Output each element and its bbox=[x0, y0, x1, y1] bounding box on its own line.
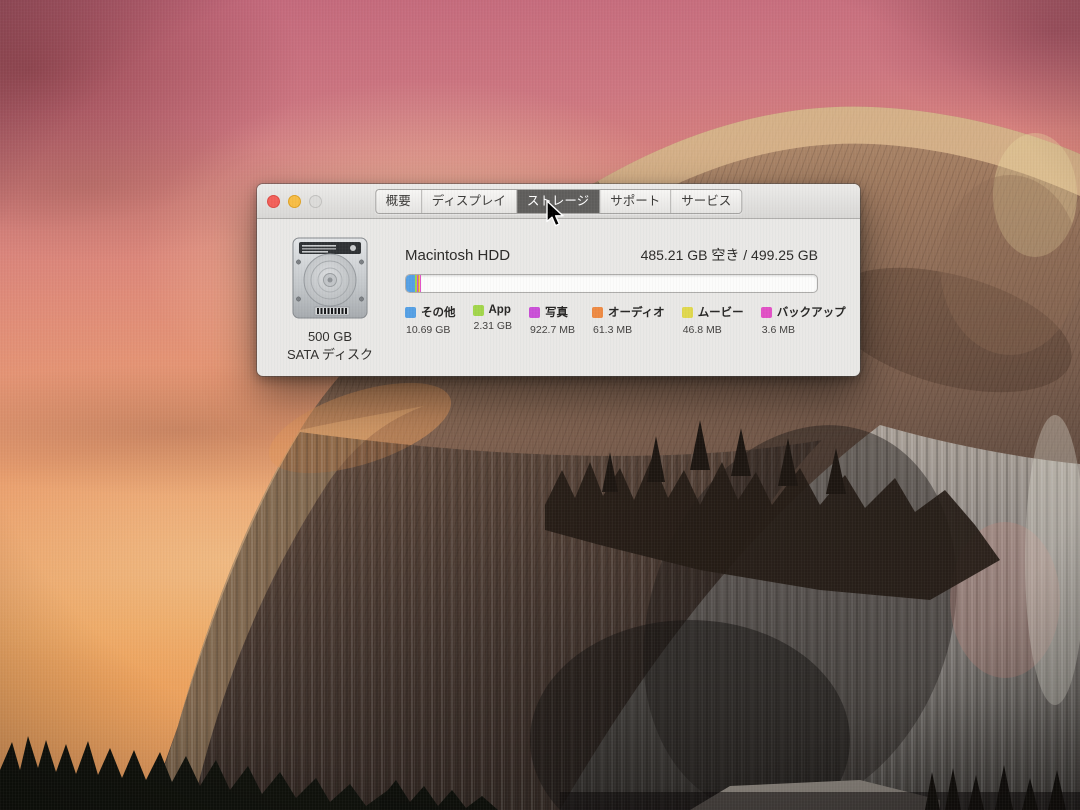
legend-size: 922.7 MB bbox=[530, 324, 575, 336]
drive-panel: 500 GB SATA ディスク bbox=[257, 225, 403, 363]
titlebar[interactable]: 概要 ディスプレイ ストレージ サポート サービス bbox=[257, 184, 860, 219]
drive-header: Macintosh HDD 485.21 GB 空き / 499.25 GB bbox=[405, 245, 818, 265]
legend-label: オーディオ bbox=[608, 304, 665, 320]
drive-details: Macintosh HDD 485.21 GB 空き / 499.25 GB そ… bbox=[405, 219, 818, 336]
legend-swatch-backups bbox=[761, 307, 772, 318]
zoom-button bbox=[309, 195, 322, 208]
legend-swatch-other bbox=[405, 307, 416, 318]
close-button[interactable] bbox=[267, 195, 280, 208]
storage-usage-bar bbox=[405, 274, 818, 293]
drive-capacity-label: 500 GB bbox=[257, 328, 403, 346]
storage-segment bbox=[420, 275, 421, 292]
legend-item-photos: 写真 922.7 MB bbox=[529, 304, 575, 336]
minimize-button[interactable] bbox=[288, 195, 301, 208]
drive-type-label: SATA ディスク bbox=[257, 346, 403, 364]
desktop[interactable] bbox=[0, 0, 1080, 810]
drive-free-space: 485.21 GB 空き / 499.25 GB bbox=[641, 245, 818, 265]
legend-swatch-movies bbox=[682, 307, 693, 318]
legend-label: 写真 bbox=[545, 304, 568, 320]
traffic-lights bbox=[267, 184, 322, 218]
legend-size: 61.3 MB bbox=[593, 324, 665, 336]
legend-label: バックアップ bbox=[777, 304, 846, 320]
tab-displays[interactable]: ディスプレイ bbox=[422, 190, 517, 213]
legend-label: App bbox=[489, 304, 511, 316]
legend-item-audio: オーディオ 61.3 MB bbox=[592, 304, 665, 336]
tab-bar: 概要 ディスプレイ ストレージ サポート サービス bbox=[375, 189, 742, 214]
wallpaper-image bbox=[0, 0, 1080, 810]
about-this-mac-window: 概要 ディスプレイ ストレージ サポート サービス bbox=[257, 184, 860, 376]
legend-swatch-photos bbox=[529, 307, 540, 318]
hdd-icon bbox=[291, 237, 369, 319]
storage-segment bbox=[406, 275, 415, 292]
legend-size: 2.31 GB bbox=[474, 320, 513, 332]
legend-size: 46.8 MB bbox=[683, 324, 744, 336]
legend-swatch-audio bbox=[592, 307, 603, 318]
tab-overview[interactable]: 概要 bbox=[376, 190, 422, 213]
legend-item-apps: App 2.31 GB bbox=[473, 304, 513, 336]
tab-support[interactable]: サポート bbox=[600, 190, 671, 213]
storage-pane: 500 GB SATA ディスク Macintosh HDD 485.21 GB… bbox=[257, 219, 860, 376]
legend-swatch-apps bbox=[473, 305, 484, 316]
legend-item-other: その他 10.69 GB bbox=[405, 304, 456, 336]
storage-legend: その他 10.69 GB App 2.31 GB 写真 922.7 MB オーデ… bbox=[405, 304, 818, 336]
legend-label: その他 bbox=[421, 304, 456, 320]
tab-storage[interactable]: ストレージ bbox=[517, 190, 600, 213]
legend-item-backups: バックアップ 3.6 MB bbox=[761, 304, 846, 336]
tab-service[interactable]: サービス bbox=[671, 190, 741, 213]
drive-name: Macintosh HDD bbox=[405, 247, 510, 264]
legend-item-movies: ムービー 46.8 MB bbox=[682, 304, 744, 336]
legend-size: 10.69 GB bbox=[406, 324, 456, 336]
legend-size: 3.6 MB bbox=[762, 324, 846, 336]
legend-label: ムービー bbox=[698, 304, 744, 320]
